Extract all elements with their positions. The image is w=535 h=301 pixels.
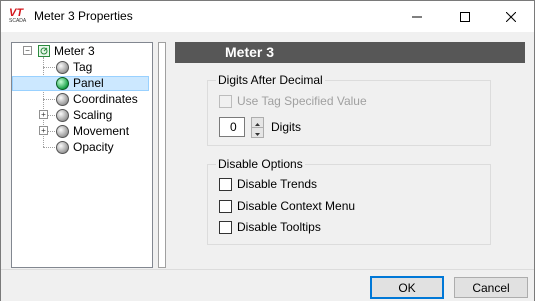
cancel-button[interactable]: Cancel (454, 277, 528, 298)
use-tag-specified-value-checkbox[interactable]: Use Tag Specified Value (219, 94, 367, 108)
close-button[interactable] (488, 1, 534, 32)
maximize-button[interactable] (442, 1, 488, 32)
minimize-icon (412, 16, 422, 17)
tree-item-label: Coordinates (73, 92, 138, 106)
disable-context-menu-checkbox[interactable]: Disable Context Menu (219, 199, 355, 213)
expand-icon[interactable]: + (39, 110, 48, 119)
disable-trends-checkbox[interactable]: Disable Trends (219, 177, 317, 191)
tree-connector (43, 67, 55, 68)
digits-input[interactable]: 0 (219, 117, 245, 137)
tree-connector (43, 99, 55, 100)
collapse-icon[interactable]: − (23, 46, 32, 55)
tree-root-meter-3[interactable]: Meter 3 (38, 43, 95, 59)
close-icon (506, 11, 516, 22)
vtscada-logo-icon: VT SCADA (9, 7, 29, 24)
maximize-icon (460, 11, 470, 22)
checkbox-label: Use Tag Specified Value (237, 94, 367, 108)
digits-spinner[interactable] (251, 117, 264, 138)
gray-circle-icon (56, 108, 69, 122)
checkbox-box[interactable] (219, 177, 232, 191)
tree-item-label: Movement (73, 124, 130, 138)
checkbox-label: Disable Tooltips (237, 220, 321, 234)
navigation-tree[interactable]: − Meter 3 Tag Panel Coordinates + Scalin… (11, 42, 153, 268)
chevron-down-icon (255, 133, 260, 136)
checkbox-box[interactable] (219, 220, 232, 234)
gray-circle-icon (56, 92, 69, 106)
tree-item-label: Panel (73, 76, 104, 90)
tree-item-movement[interactable]: Movement (55, 123, 133, 139)
tree-item-opacity[interactable]: Opacity (55, 139, 118, 155)
window-title: Meter 3 Properties (34, 9, 133, 23)
tree-item-panel[interactable]: Panel (12, 75, 152, 91)
green-circle-icon (56, 76, 69, 90)
meter-object-icon (38, 45, 50, 57)
digits-label: Digits (271, 120, 302, 134)
tree-item-tag[interactable]: Tag (55, 59, 96, 75)
tree-item-label: Tag (73, 60, 93, 74)
ok-button[interactable]: OK (370, 276, 444, 299)
tree-item-label: Opacity (73, 140, 114, 154)
expand-icon[interactable]: + (39, 126, 48, 135)
tree-connector (47, 115, 55, 116)
tree-item-label: Meter 3 (54, 44, 95, 58)
minimize-button[interactable] (394, 1, 440, 32)
digits-value: 0 (230, 120, 237, 134)
title-bar: VT SCADA Meter 3 Properties (1, 1, 534, 32)
gray-circle-icon (56, 60, 69, 74)
splitter-bar[interactable] (158, 42, 166, 268)
disable-tooltips-checkbox[interactable]: Disable Tooltips (219, 220, 321, 234)
properties-dialog: VT SCADA Meter 3 Properties − Meter 3 Ta… (0, 0, 535, 301)
group-title: Disable Options (216, 157, 305, 171)
checkbox-label: Disable Context Menu (237, 199, 356, 213)
spin-down-button[interactable] (251, 127, 264, 138)
tree-connector (43, 147, 55, 148)
gray-circle-icon (56, 140, 69, 154)
group-title: Digits After Decimal (216, 73, 325, 87)
panel-header: Meter 3 (175, 42, 525, 63)
tree-connector (47, 131, 55, 132)
tree-item-coordinates[interactable]: Coordinates (55, 91, 142, 107)
checkbox-label: Disable Trends (237, 177, 318, 191)
tree-item-label: Scaling (73, 108, 113, 122)
gray-circle-icon (56, 124, 69, 138)
tree-item-scaling[interactable]: Scaling (55, 107, 116, 123)
checkbox-box[interactable] (219, 199, 232, 213)
logo-subtext: SCADA (9, 18, 27, 24)
digits-after-decimal-group (207, 80, 491, 146)
panel-header-title: Meter 3 (225, 44, 275, 60)
checkbox-box[interactable] (219, 94, 232, 108)
